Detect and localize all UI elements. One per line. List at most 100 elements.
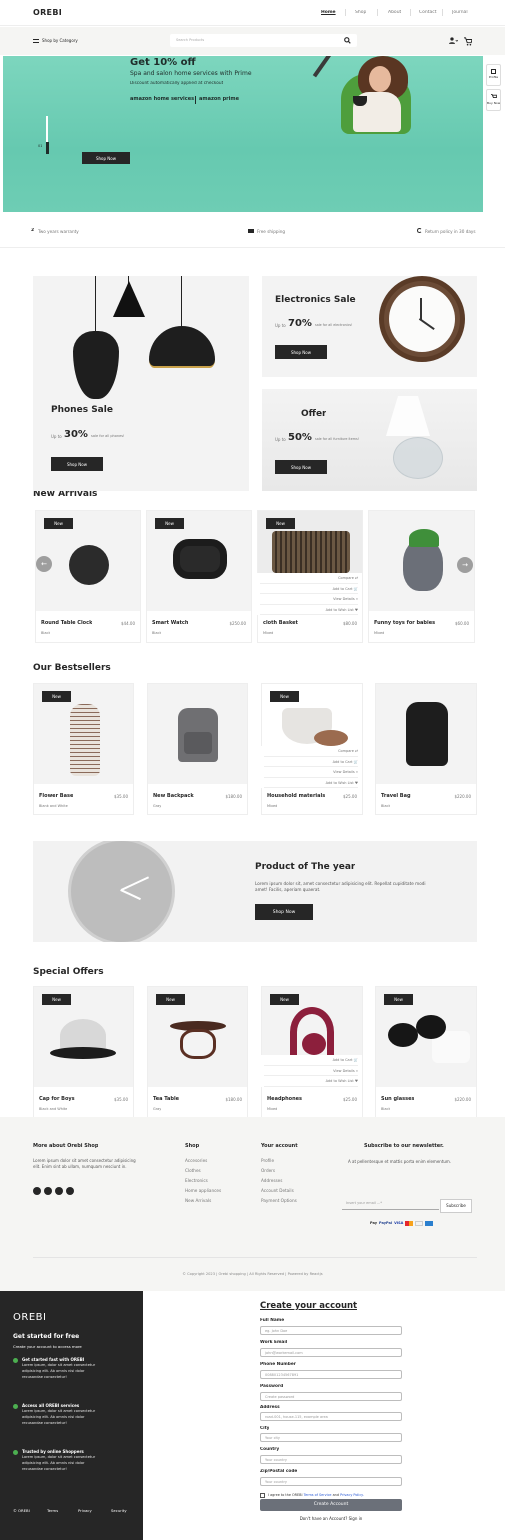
product-image[interactable]: New (148, 987, 247, 1087)
product-of-year-banner[interactable]: Product of The year Lorem ipsum dolor si… (33, 841, 477, 942)
user-icon[interactable] (449, 37, 458, 44)
product-name[interactable]: cloth Basket (263, 620, 298, 626)
subscribe-button[interactable]: Subscribe (440, 1199, 472, 1213)
product-image[interactable]: New Compare ⇄ Add to Cart 🛒 View Details… (260, 684, 362, 788)
nav-journal[interactable]: Journal (452, 10, 468, 15)
zip-input[interactable]: Your country (260, 1477, 402, 1486)
product-card[interactable]: New Tea Table $180.00 Gray (147, 986, 248, 1118)
product-name[interactable]: Funny toys for babies (374, 620, 435, 626)
product-name[interactable]: Flower Base (39, 793, 73, 799)
product-card[interactable]: New Cap for Boys $35.00 Black and White (33, 986, 134, 1118)
product-card[interactable]: New Sun glasses $220.00 Black (375, 986, 477, 1118)
footer-link[interactable]: Home appliances (185, 1186, 221, 1196)
email-input[interactable]: john@workemail.com (260, 1348, 402, 1357)
product-name[interactable]: Tea Table (153, 1096, 179, 1102)
product-image[interactable] (376, 684, 476, 784)
product-of-year-shop-now-button[interactable]: Shop Now (255, 904, 313, 920)
instagram-icon[interactable] (44, 1187, 52, 1195)
footer-link[interactable]: Orders (261, 1166, 297, 1176)
profile-tab[interactable]: Profile (486, 64, 501, 86)
footer-link[interactable]: Accesories (185, 1156, 221, 1166)
phone-input[interactable]: 008801234567891 (260, 1370, 402, 1379)
add-to-cart-link[interactable]: Add to Cart 🛒 (264, 1055, 358, 1066)
view-details-link[interactable]: View Details » (264, 767, 358, 778)
product-card[interactable]: New Compare ⇄ Add to Cart 🛒 View Details… (256, 510, 363, 643)
terms-of-service-link[interactable]: Terms of Service (304, 1493, 332, 1497)
product-card[interactable]: New Compare ⇄ Add to Cart 🛒 View Details… (260, 683, 363, 815)
menu-icon[interactable] (33, 39, 39, 43)
privacy-policy-link[interactable]: Privacy Policy. (340, 1493, 364, 1497)
footer-copyright-link[interactable]: © OREBI (13, 1508, 30, 1513)
add-to-cart-link[interactable]: Add to Cart 🛒 (260, 584, 358, 594)
compare-link[interactable]: Compare ⇄ (264, 746, 358, 757)
product-card[interactable]: New Round Table Clock $44.00 Black (35, 510, 141, 643)
product-name[interactable]: Cap for Boys (39, 1096, 75, 1102)
full-name-input[interactable]: eg. John Doe (260, 1326, 402, 1335)
agree-checkbox[interactable] (260, 1493, 265, 1498)
view-details-link[interactable]: View Details » (260, 594, 358, 605)
footer-link[interactable]: Electronics (185, 1176, 221, 1186)
product-image[interactable]: New (34, 684, 133, 784)
address-input[interactable]: road-001, house-115, example area (260, 1412, 402, 1421)
prev-arrow-button[interactable]: ← (36, 556, 52, 572)
phones-shop-now-button[interactable]: Shop Now (51, 457, 103, 471)
nav-shop[interactable]: Shop (355, 10, 366, 15)
product-card[interactable]: Funny toys for babies $60.00 Mixed (368, 510, 475, 643)
security-link[interactable]: Security (111, 1508, 127, 1513)
add-to-cart-link[interactable]: Add to Cart 🛒 (264, 757, 358, 767)
product-image[interactable]: New Compare ⇄ Add to Cart 🛒 View Details… (256, 511, 362, 615)
product-name[interactable]: Smart Watch (152, 620, 188, 626)
cart-icon[interactable] (464, 37, 472, 46)
password-input[interactable]: Create password (260, 1392, 402, 1401)
hero-banner[interactable]: Get 10% off Spa and salon home services … (3, 56, 483, 212)
product-card[interactable]: New Add to Cart 🛒 View Details » Add to … (260, 986, 363, 1118)
product-name[interactable]: Household materials (267, 793, 325, 799)
compare-link[interactable]: Compare ⇄ (260, 573, 358, 584)
product-name[interactable]: Headphones (267, 1096, 302, 1102)
product-image[interactable]: New (376, 987, 476, 1087)
product-image[interactable] (148, 684, 247, 784)
shop-by-category[interactable]: Shop by Category (42, 38, 78, 43)
newsletter-email-input[interactable]: Insert your email ...* (342, 1199, 439, 1210)
add-to-wishlist-link[interactable]: Add to Wish List ♥ (264, 778, 358, 788)
product-image[interactable]: New Add to Cart 🛒 View Details » Add to … (260, 987, 362, 1087)
footer-link[interactable]: Profile (261, 1156, 297, 1166)
country-input[interactable]: Your country (260, 1455, 402, 1464)
product-card[interactable]: New Smart Watch $250.00 Black (146, 510, 252, 643)
footer-link[interactable]: New Arrivals (185, 1196, 221, 1206)
product-image[interactable]: New (147, 511, 251, 611)
brand-logo[interactable]: OREBI (33, 8, 62, 17)
nav-contact[interactable]: Contact (419, 10, 437, 15)
footer-link[interactable]: Clothes (185, 1166, 221, 1176)
slide-number[interactable]: 01 (38, 144, 42, 148)
product-name[interactable]: Sun glasses (381, 1096, 414, 1102)
product-card[interactable]: Travel Bag $220.00 Black (375, 683, 477, 815)
footer-link[interactable]: Addresses (261, 1176, 297, 1186)
add-to-wishlist-link[interactable]: Add to Wish List ♥ (264, 1076, 358, 1087)
product-card[interactable]: New Flower Base $35.00 Blank and White (33, 683, 134, 815)
city-input[interactable]: Your city (260, 1433, 402, 1442)
view-details-link[interactable]: View Details » (264, 1066, 358, 1076)
nav-home[interactable]: Home (321, 10, 336, 15)
next-arrow-button[interactable]: → (457, 557, 473, 573)
offer-shop-now-button[interactable]: Shop Now (275, 460, 327, 474)
create-account-button[interactable]: Create Account (260, 1499, 402, 1511)
phones-sale-promo[interactable]: Phones Sale Up to 30% sale for all phone… (33, 276, 249, 491)
nav-about[interactable]: About (388, 10, 401, 15)
privacy-link[interactable]: Privacy (78, 1508, 92, 1513)
footer-link[interactable]: Account Details (261, 1186, 297, 1196)
search-icon[interactable] (344, 37, 351, 44)
footer-link[interactable]: Payment Options (261, 1196, 297, 1206)
search-input[interactable]: Search Products (170, 34, 357, 47)
product-name[interactable]: Round Table Clock (41, 620, 92, 626)
banner-shop-now-button[interactable]: Shop Now (82, 152, 130, 164)
terms-link[interactable]: Terms (47, 1508, 58, 1513)
add-to-wishlist-link[interactable]: Add to Wish List ♥ (260, 605, 358, 615)
facebook-icon[interactable] (33, 1187, 41, 1195)
product-name[interactable]: New Backpack (153, 793, 194, 799)
signup-brand-logo[interactable]: OREBI (13, 1312, 46, 1323)
youtube-icon[interactable] (55, 1187, 63, 1195)
twitter-icon[interactable] (66, 1187, 74, 1195)
electronics-shop-now-button[interactable]: Shop Now (275, 345, 327, 359)
buy-now-tab[interactable]: Buy Now (486, 89, 501, 111)
